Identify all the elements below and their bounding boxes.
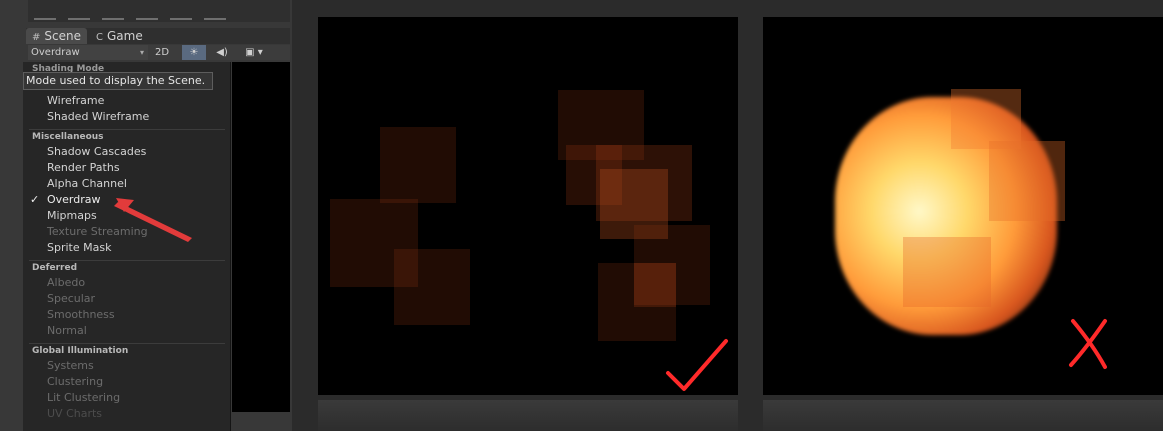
rotate-tool-icon[interactable]	[102, 6, 124, 20]
menu-item-lit-clustering: Lit Clustering	[47, 391, 121, 404]
tooltip: Mode used to display the Scene.	[23, 72, 213, 90]
scale-tool-icon[interactable]	[136, 6, 158, 20]
menu-item-normal: Normal	[47, 324, 87, 337]
overdraw-preview-bad	[763, 17, 1163, 395]
menu-item-sprite-mask[interactable]: Sprite Mask	[47, 240, 111, 256]
menu-separator	[29, 129, 225, 130]
draw-mode-dropdown[interactable]: Overdraw ▾	[28, 45, 148, 60]
checkmark-icon	[666, 339, 728, 391]
panel-reflection	[763, 400, 1163, 431]
view-tabs: # Scene C Game	[26, 28, 290, 44]
tab-scene-label: Scene	[44, 29, 81, 43]
menu-item-overdraw[interactable]: Overdraw	[47, 192, 101, 208]
menu-item-shaded-wireframe[interactable]: Shaded Wireframe	[47, 109, 149, 125]
menu-item-shadow-cascades[interactable]: Shadow Cascades	[47, 144, 146, 160]
scene-toolbar: Overdraw ▾ 2D ☀ ◀) ▣ ▾	[28, 45, 290, 60]
overdraw-preview-good	[318, 17, 738, 395]
menu-header-gi: Global Illumination	[32, 346, 129, 356]
menu-item-albedo: Albedo	[47, 276, 86, 289]
menu-item-smoothness: Smoothness	[47, 308, 115, 321]
menu-item-texture-streaming: Texture Streaming	[47, 225, 148, 238]
checkmark-icon: ✓	[30, 193, 40, 206]
menu-item-wireframe[interactable]: Wireframe	[47, 93, 104, 109]
scene-icon: #	[32, 32, 41, 43]
tab-game[interactable]: C Game	[90, 28, 149, 44]
editor-toolbar	[28, 0, 290, 22]
menu-item-systems: Systems	[47, 359, 94, 372]
menu-item-uv-charts: UV Charts	[47, 407, 103, 420]
menu-item-alpha-channel[interactable]: Alpha Channel	[47, 176, 127, 192]
toggle-2d-button[interactable]: 2D	[150, 45, 174, 60]
menu-item-clustering: Clustering	[47, 375, 104, 388]
hand-tool-icon[interactable]	[34, 6, 56, 20]
panel-reflection	[318, 400, 738, 431]
particle-quad	[989, 141, 1065, 221]
draw-mode-value: Overdraw	[31, 47, 80, 58]
particle-quad	[634, 263, 676, 307]
tab-scene[interactable]: # Scene	[26, 28, 87, 44]
menu-header-deferred: Deferred	[32, 263, 78, 273]
draw-mode-menu: Shading Mode Wireframe Shaded Wireframe …	[23, 62, 231, 431]
chevron-down-icon: ▾	[139, 48, 144, 57]
menu-header-misc: Miscellaneous	[32, 132, 104, 142]
menu-separator	[29, 260, 225, 261]
menu-item-mipmaps[interactable]: Mipmaps	[47, 208, 97, 224]
scene-view[interactable]	[232, 62, 290, 412]
game-icon: C	[96, 32, 103, 43]
transform-tool-icon[interactable]	[204, 6, 226, 20]
particle-quad	[380, 127, 456, 203]
particle-quad	[951, 89, 1021, 149]
lighting-toggle-icon[interactable]: ☀	[182, 45, 206, 60]
audio-toggle-icon[interactable]: ◀)	[210, 45, 234, 60]
menu-item-specular: Specular	[47, 292, 96, 305]
move-tool-icon[interactable]	[68, 6, 90, 20]
cross-icon	[1069, 319, 1107, 369]
tab-game-label: Game	[106, 29, 143, 43]
particle-quad	[394, 249, 470, 325]
rect-tool-icon[interactable]	[170, 6, 192, 20]
menu-separator	[29, 343, 225, 344]
menu-item-render-paths[interactable]: Render Paths	[47, 160, 120, 176]
particle-quad	[903, 237, 991, 307]
effects-dropdown-icon[interactable]: ▣ ▾	[238, 45, 270, 60]
